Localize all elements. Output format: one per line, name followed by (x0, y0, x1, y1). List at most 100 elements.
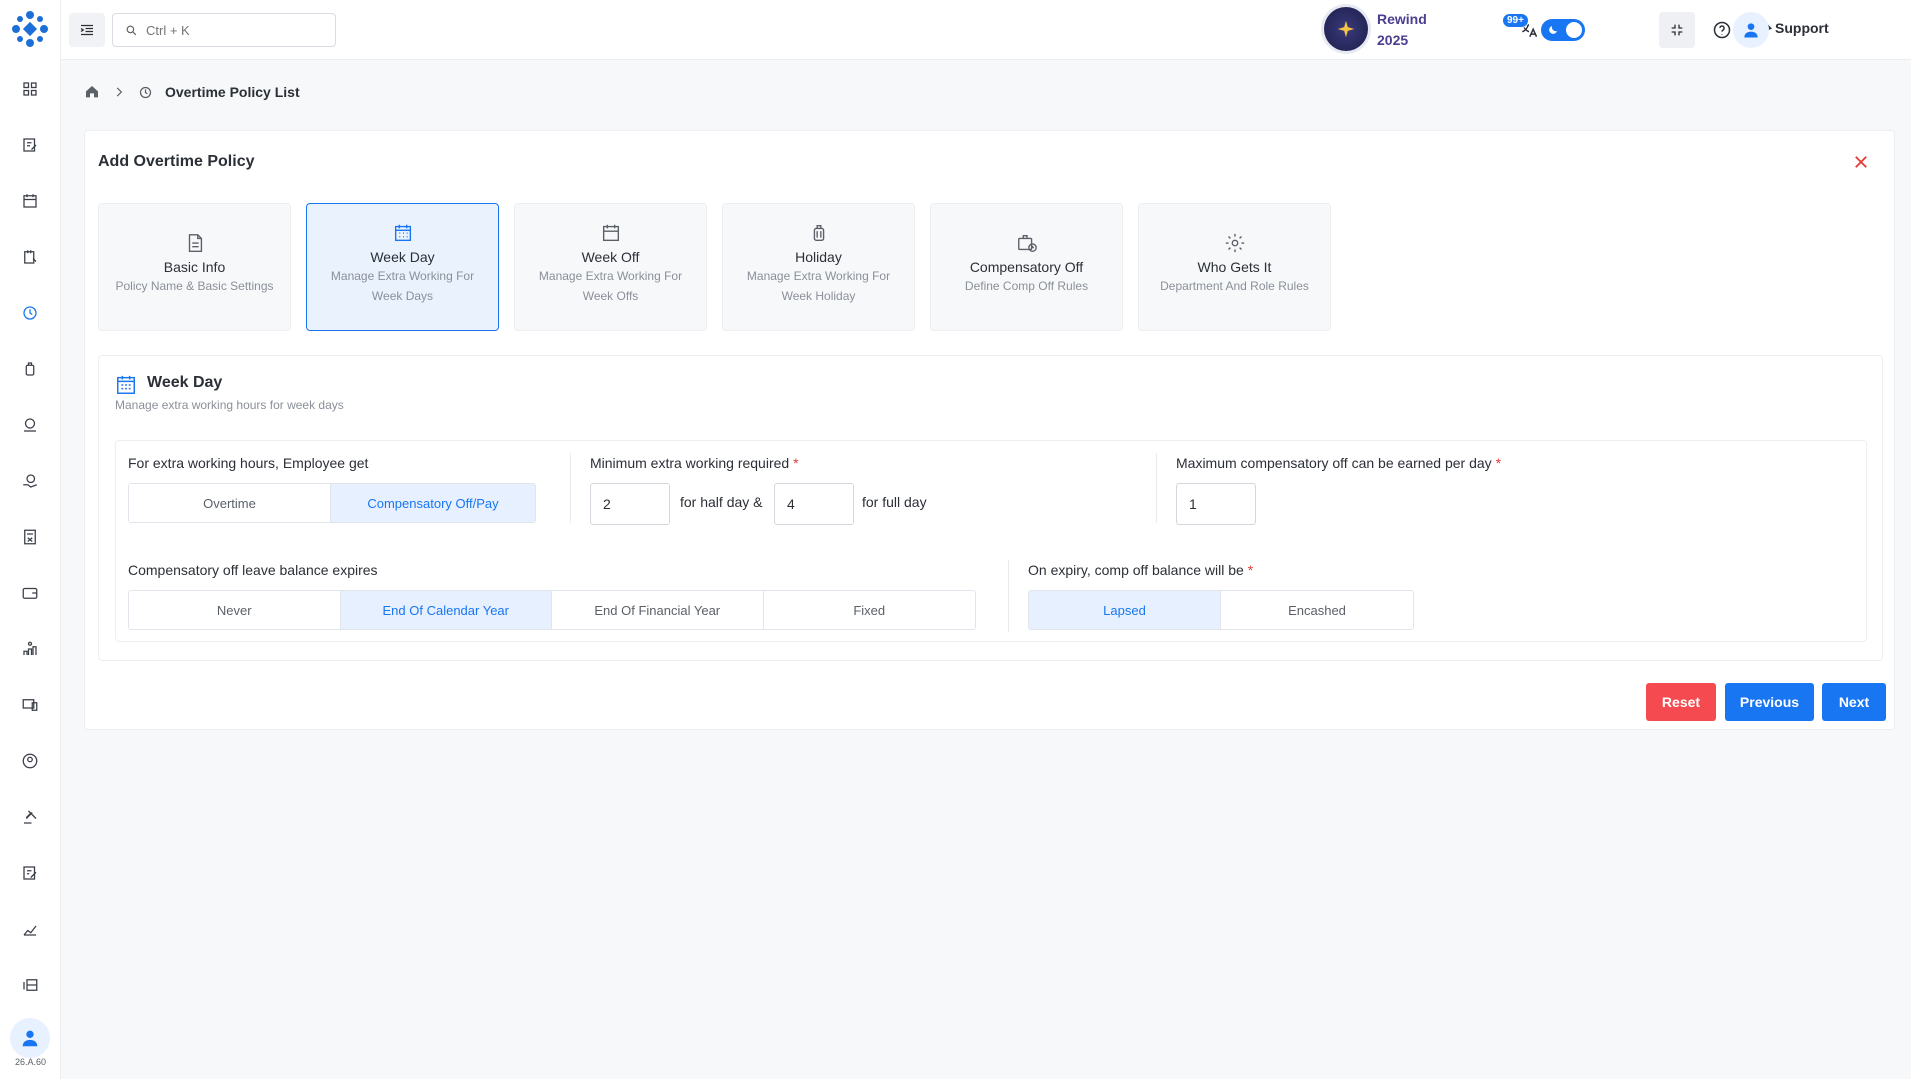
option-encashed[interactable]: Encashed (1221, 591, 1413, 629)
step-desc: Define Comp Off Rules (964, 279, 1089, 293)
luggage-icon[interactable] (19, 358, 41, 380)
max-comp-label: Maximum compensatory off can be earned p… (1176, 455, 1501, 471)
divider (570, 453, 571, 523)
required-marker: * (793, 455, 799, 471)
option-lapsed[interactable]: Lapsed (1029, 591, 1221, 629)
search-icon (126, 25, 137, 35)
step-desc: Policy Name & Basic Settings (115, 279, 274, 293)
calendar-icon[interactable] (19, 190, 41, 212)
min-extra-label: Minimum extra working required * (590, 455, 799, 471)
divider (1156, 453, 1157, 523)
step-holiday[interactable]: Holiday Manage Extra Working For Week Ho… (722, 203, 915, 331)
section-subtitle: Manage extra working hours for week days (115, 398, 344, 412)
step-title: Week Off (581, 249, 640, 265)
menu-toggle-button[interactable] (69, 13, 105, 47)
profile-avatar[interactable] (10, 1018, 50, 1058)
reset-button[interactable]: Reset (1646, 683, 1716, 721)
rewind-badge[interactable] (1324, 7, 1368, 51)
step-title: Who Gets It (1197, 259, 1272, 275)
toggle-knob (1566, 22, 1582, 38)
expires-segmented: Never End Of Calendar Year End Of Financ… (128, 590, 976, 630)
help-icon[interactable] (1710, 18, 1734, 42)
expires-label: Compensatory off leave balance expires (128, 562, 378, 578)
step-basic-info[interactable]: Basic Info Policy Name & Basic Settings (98, 203, 291, 331)
employee-gets-label: For extra working hours, Employee get (128, 455, 369, 471)
step-week-off[interactable]: Week Off Manage Extra Working For Week O… (514, 203, 707, 331)
user-name[interactable]: Support (1775, 20, 1829, 36)
option-overtime[interactable]: Overtime (129, 484, 331, 522)
breadcrumb-current[interactable]: Overtime Policy List (165, 84, 300, 100)
gear-icon (1224, 232, 1246, 254)
step-desc: Manage Extra Working For Week Days (330, 269, 475, 303)
calculator-icon[interactable] (19, 526, 41, 548)
dashboard-icon[interactable] (19, 78, 41, 100)
app-logo[interactable] (10, 9, 50, 49)
step-desc: Manage Extra Working For Week Holiday (746, 269, 891, 303)
section-title: Week Day (147, 374, 223, 391)
devices-icon[interactable] (19, 694, 41, 716)
option-compensatory-off-pay[interactable]: Compensatory Off/Pay (331, 484, 535, 522)
app-version: 26.A.60 (14, 1057, 47, 1067)
shrink-icon (1671, 24, 1683, 36)
required-marker: * (1247, 562, 1254, 578)
close-icon[interactable] (1852, 153, 1870, 171)
overtime-clock-icon[interactable] (19, 302, 41, 324)
notes-edit-icon[interactable] (19, 862, 41, 884)
menu-indent-icon (80, 24, 93, 36)
payroll-icon[interactable] (19, 414, 41, 436)
user-circle-icon[interactable] (19, 750, 41, 772)
next-button[interactable]: Next (1822, 683, 1886, 721)
previous-button[interactable]: Previous (1725, 683, 1814, 721)
team-chart-icon[interactable] (19, 638, 41, 660)
cards-icon[interactable] (19, 974, 41, 996)
step-desc: Manage Extra Working For Week Offs (538, 269, 683, 303)
min-extra-label-text: Minimum extra working required (590, 455, 790, 471)
on-expiry-segmented: Lapsed Encashed (1028, 590, 1414, 630)
home-icon[interactable] (84, 84, 100, 100)
user-avatar[interactable] (1733, 12, 1769, 48)
full-day-hours-input[interactable] (774, 483, 854, 525)
search-input[interactable] (146, 22, 326, 38)
option-never[interactable]: Never (129, 591, 341, 629)
analytics-icon[interactable] (19, 918, 41, 940)
page-title: Add Overtime Policy (98, 153, 255, 170)
step-title: Compensatory Off (969, 259, 1084, 275)
calendar-grid-icon (117, 375, 135, 394)
rewind-title: Rewind (1377, 11, 1427, 27)
option-end-of-calendar-year[interactable]: End Of Calendar Year (340, 591, 552, 629)
money-hand-icon[interactable] (19, 470, 41, 492)
chevron-right-icon (116, 87, 123, 97)
employee-gets-segmented: Overtime Compensatory Off/Pay (128, 483, 536, 523)
half-day-text: for half day & (680, 494, 763, 510)
calendar-icon (600, 222, 622, 244)
leave-icon[interactable] (19, 246, 41, 268)
option-end-of-financial-year[interactable]: End Of Financial Year (552, 591, 764, 629)
max-comp-input[interactable] (1176, 483, 1256, 525)
briefcase-clock-icon (1016, 232, 1038, 254)
max-comp-label-text: Maximum compensatory off can be earned p… (1176, 455, 1492, 471)
step-who-gets-it[interactable]: Who Gets It Department And Role Rules (1138, 203, 1331, 331)
rewind-year: 2025 (1377, 32, 1409, 48)
notification-count-badge: 99+ (1502, 13, 1529, 28)
luggage-icon (808, 222, 830, 244)
theme-toggle[interactable] (1541, 19, 1585, 41)
moon-icon (1549, 26, 1557, 34)
search-box[interactable] (112, 13, 336, 47)
full-day-text: for full day (862, 494, 927, 510)
sparkle-icon (1337, 20, 1355, 38)
add-overtime-policy-card: Add Overtime Policy Basic Info Policy Na… (84, 130, 1895, 730)
gavel-icon[interactable] (19, 806, 41, 828)
exit-fullscreen-button[interactable] (1659, 12, 1695, 48)
step-week-day[interactable]: Week Day Manage Extra Working For Week D… (306, 203, 499, 331)
rewind-label[interactable]: Rewind 2025 (1377, 9, 1427, 51)
step-title: Holiday (795, 249, 842, 265)
step-compensatory-off[interactable]: Compensatory Off Define Comp Off Rules (930, 203, 1123, 331)
step-title: Week Day (370, 249, 435, 265)
option-fixed[interactable]: Fixed (763, 591, 975, 629)
task-edit-icon[interactable] (19, 134, 41, 156)
top-header (61, 0, 1911, 60)
half-day-hours-input[interactable] (590, 483, 670, 525)
wallet-icon[interactable] (19, 582, 41, 604)
step-title: Basic Info (163, 259, 226, 275)
divider (1008, 560, 1009, 632)
